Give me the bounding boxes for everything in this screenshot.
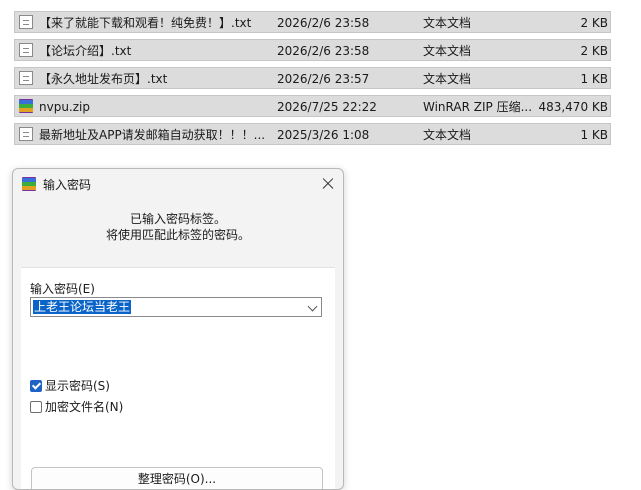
manage-passwords-button[interactable]: 整理密码(O)... [31,467,323,489]
file-row[interactable]: 【论坛介绍】.txt 2026/2/6 23:58 文本文档 2 KB [14,39,611,61]
file-row[interactable]: 最新地址及APP请发邮箱自动获取！！！... 2025/3/26 1:08 文本… [14,123,611,145]
password-dialog: 输入密码 已输入密码标签。 将使用匹配此标签的密码。 输入密码(E) 上老王论坛… [12,168,344,490]
file-size: 2 KB [580,16,608,30]
dialog-title: 输入密码 [43,178,92,192]
text-doc-icon [19,71,33,85]
file-type: 文本文档 [423,16,472,30]
file-name: 【来了就能下载和观看！纯免费！】.txt [39,16,252,30]
file-size: 2 KB [580,44,608,58]
checkbox-checked-icon[interactable] [30,380,42,392]
text-doc-icon [19,127,33,141]
text-doc-icon [19,15,33,29]
file-row[interactable]: 【来了就能下载和观看！纯免费！】.txt 2026/2/6 23:58 文本文档… [14,11,611,33]
file-list: 【来了就能下载和观看！纯免费！】.txt 2026/2/6 23:58 文本文档… [14,11,611,151]
file-date: 2026/2/6 23:57 [277,72,370,86]
close-icon[interactable] [315,171,341,197]
file-type: 文本文档 [423,44,472,58]
file-size: 483,470 KB [538,100,608,114]
file-row[interactable]: 【永久地址发布页】.txt 2026/2/6 23:57 文本文档 1 KB [14,67,611,89]
dialog-info: 已输入密码标签。 将使用匹配此标签的密码。 [13,211,343,243]
file-name: nvpu.zip [39,100,90,114]
checkbox-label: 加密文件名(N) [45,400,124,414]
checkbox-label: 显示密码(S) [45,379,110,393]
winrar-icon [22,177,36,191]
dialog-titlebar[interactable]: 输入密码 [13,169,343,199]
file-date: 2026/2/6 23:58 [277,44,370,58]
chevron-down-icon[interactable] [307,301,318,312]
file-date: 2026/7/25 22:22 [277,100,377,114]
text-doc-icon [19,43,33,57]
password-combobox[interactable]: 上老王论坛当老王 [30,297,322,317]
checkbox-unchecked-icon[interactable] [30,401,42,413]
file-name: 最新地址及APP请发邮箱自动获取！！！... [39,128,266,142]
password-value[interactable]: 上老王论坛当老王 [33,300,132,314]
dialog-content: 输入密码(E) 上老王论坛当老王 显示密码(S) 加密文件名(N) 整理密码(O… [21,267,335,489]
file-type: 文本文档 [423,128,472,142]
winrar-icon [19,99,33,113]
file-name: 【永久地址发布页】.txt [39,72,168,86]
file-date: 2026/2/6 23:58 [277,16,370,30]
password-label: 输入密码(E) [30,282,95,296]
file-type: 文本文档 [423,72,472,86]
file-size: 1 KB [580,72,608,86]
info-line: 将使用匹配此标签的密码。 [105,228,250,242]
file-size: 1 KB [580,128,608,142]
file-name: 【论坛介绍】.txt [39,44,132,58]
file-date: 2025/3/26 1:08 [277,128,370,142]
info-line: 已输入密码标签。 [129,212,226,226]
file-row[interactable]: nvpu.zip 2026/7/25 22:22 WinRAR ZIP 压缩..… [14,95,611,117]
file-type: WinRAR ZIP 压缩... [423,100,533,114]
